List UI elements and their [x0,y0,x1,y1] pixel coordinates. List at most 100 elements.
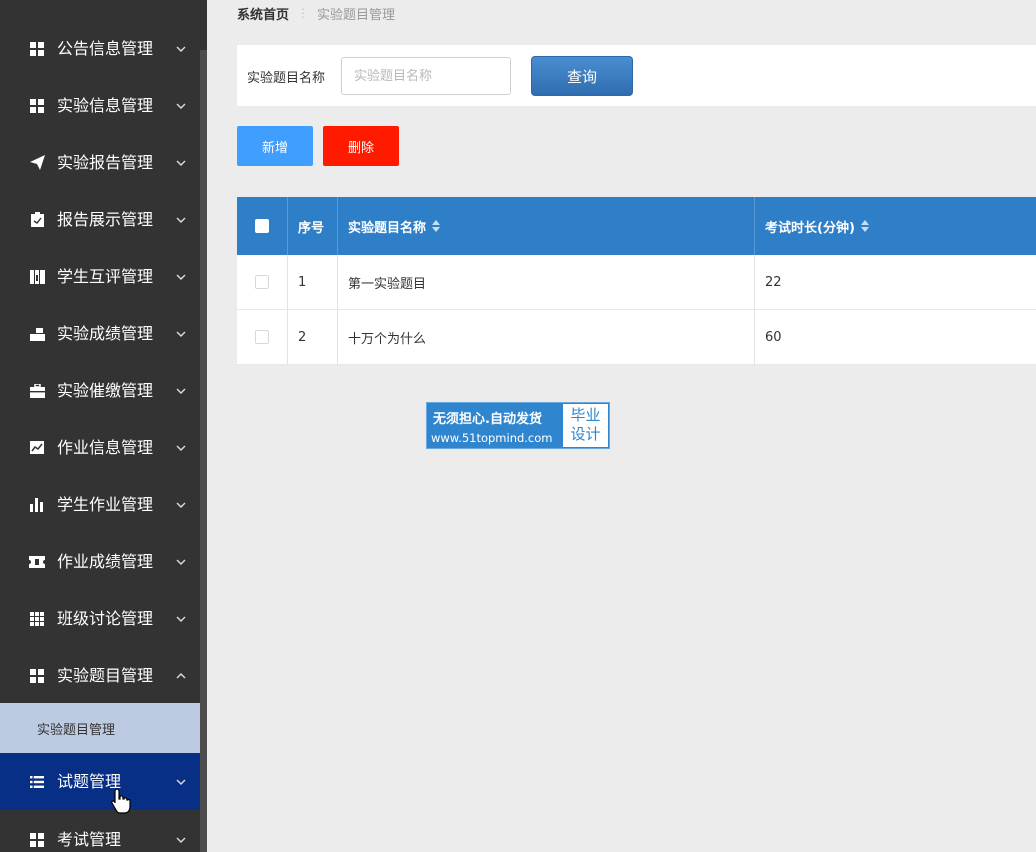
header-index-label: 序号 [298,220,325,236]
sidebar-item-fee-reminders[interactable]: 实验催缴管理 [0,362,207,419]
sidebar-item-exams[interactable]: 考试管理 [0,811,207,852]
ticket-icon [29,554,45,570]
sidebar-item-reports[interactable]: 实验报告管理 [0,134,207,191]
row-name: 第一实验题目 [338,255,755,309]
grid-icon [29,41,45,57]
sidebar-item-report-display[interactable]: 报告展示管理 [0,191,207,248]
sidebar-scrollbar[interactable] [200,50,207,852]
search-panel: 实验题目名称 查询 [237,45,1036,106]
columns-icon [29,269,45,285]
submenu-item-label: 实验题目管理 [37,722,116,738]
sort-icon[interactable] [860,220,869,232]
row-checkbox-cell [237,310,288,364]
submenu-item-experiment-topics[interactable]: 实验题目管理 [0,703,207,753]
header-duration-label: 考试时长(分钟) [765,220,855,236]
delete-button[interactable]: 删除 [323,126,399,166]
search-label: 实验题目名称 [247,71,326,86]
chevron-down-icon [175,776,187,788]
add-button[interactable]: 新增 [237,126,313,166]
paper-plane-icon [29,155,45,171]
bar-chart-icon [29,497,45,513]
sidebar-item-label: 作业信息管理 [57,437,154,457]
chevron-down-icon [175,499,187,511]
chevron-down-icon [175,328,187,340]
sort-icon[interactable] [432,220,441,232]
sidebar-item-homework-info[interactable]: 作业信息管理 [0,419,207,476]
header-name-label: 实验题目名称 [348,220,427,236]
badge-line2: www.51topmind.com [431,431,553,445]
row-index: 2 [288,310,338,364]
sidebar-item-label: 实验成绩管理 [57,323,154,343]
table-row[interactable]: 2 十万个为什么 60 [237,310,1036,365]
breadcrumb: 系统首页 ⋮ 实验题目管理 [237,4,396,23]
data-table: 序号 实验题目名称 考试时长(分钟) 1 第一实验题目 22 2 十万个为什么 … [237,197,1036,365]
chevron-down-icon [175,834,187,846]
sidebar-item-label: 公告信息管理 [57,38,154,58]
row-duration: 22 [765,274,782,290]
sidebar-item-label: 班级讨论管理 [57,608,154,628]
grid-icon [29,668,45,684]
grid-icon [29,832,45,848]
chevron-down-icon [175,613,187,625]
sidebar-item-experiments[interactable]: 实验信息管理 [0,77,207,134]
hand-cursor-icon [111,788,131,814]
chevron-down-icon [175,43,187,55]
row-duration: 60 [765,329,782,345]
row-checkbox-cell [237,255,288,309]
row-name: 十万个为什么 [338,310,755,364]
search-input[interactable] [341,57,511,95]
header-checkbox-cell [237,197,288,255]
breadcrumb-home[interactable]: 系统首页 [237,4,289,23]
briefcase-icon [29,383,45,399]
badge-line1: 无须担心.自动发货 [433,412,542,427]
watermark-badge: 无须担心.自动发货 www.51topmind.com 毕业 设计 [426,402,610,449]
grid-icon [29,98,45,114]
row-checkbox[interactable] [255,275,269,289]
chevron-down-icon [175,385,187,397]
chevron-down-icon [175,100,187,112]
sidebar-item-homework-grades[interactable]: 作业成绩管理 [0,533,207,590]
chevron-up-icon [175,670,187,682]
list-icon [29,774,45,790]
sidebar-item-class-discussion[interactable]: 班级讨论管理 [0,590,207,647]
breadcrumb-current: 实验题目管理 [317,7,396,23]
sidebar: 公告信息管理 实验信息管理 实验报告管理 报告展示管理 学生互评管理 实验成绩管… [0,0,207,852]
header-index: 序号 [288,197,338,255]
sidebar-item-label: 实验催缴管理 [57,380,154,400]
sidebar-item-label: 作业成绩管理 [57,551,154,571]
chevron-down-icon [175,442,187,454]
sidebar-item-label: 实验信息管理 [57,95,154,115]
breadcrumb-separator: ⋮ [297,6,310,20]
sidebar-item-peer-review[interactable]: 学生互评管理 [0,248,207,305]
row-checkbox[interactable] [255,330,269,344]
chevron-down-icon [175,556,187,568]
money-hand-icon [29,326,45,342]
sidebar-item-experiment-topics[interactable]: 实验题目管理 [0,647,207,704]
sidebar-item-label: 学生互评管理 [57,266,154,286]
sidebar-item-experiment-grades[interactable]: 实验成绩管理 [0,305,207,362]
sidebar-item-question-bank[interactable]: 试题管理 [0,753,207,810]
line-chart-icon [29,440,45,456]
table-header: 序号 实验题目名称 考试时长(分钟) [237,197,1036,255]
clipboard-icon [29,212,45,228]
badge-box-line2: 设计 [570,425,601,443]
query-button[interactable]: 查询 [531,56,633,96]
table-row[interactable]: 1 第一实验题目 22 [237,255,1036,310]
badge-box-line1: 毕业 [570,406,601,424]
header-name[interactable]: 实验题目名称 [338,197,755,255]
select-all-checkbox[interactable] [255,219,269,233]
sidebar-item-label: 学生作业管理 [57,494,154,514]
sidebar-item-student-homework[interactable]: 学生作业管理 [0,476,207,533]
sidebar-item-label: 实验题目管理 [57,665,154,685]
row-index: 1 [288,255,338,309]
sidebar-item-announcements[interactable]: 公告信息管理 [0,20,207,77]
header-duration[interactable]: 考试时长(分钟) [755,197,1036,255]
chevron-down-icon [175,271,187,283]
sidebar-item-label: 实验报告管理 [57,152,154,172]
chevron-down-icon [175,157,187,169]
sidebar-item-label: 考试管理 [57,829,122,849]
badge-box: 毕业 设计 [563,404,608,447]
chevron-down-icon [175,214,187,226]
sidebar-item-label: 报告展示管理 [57,209,154,229]
table-grid-icon [29,611,45,627]
